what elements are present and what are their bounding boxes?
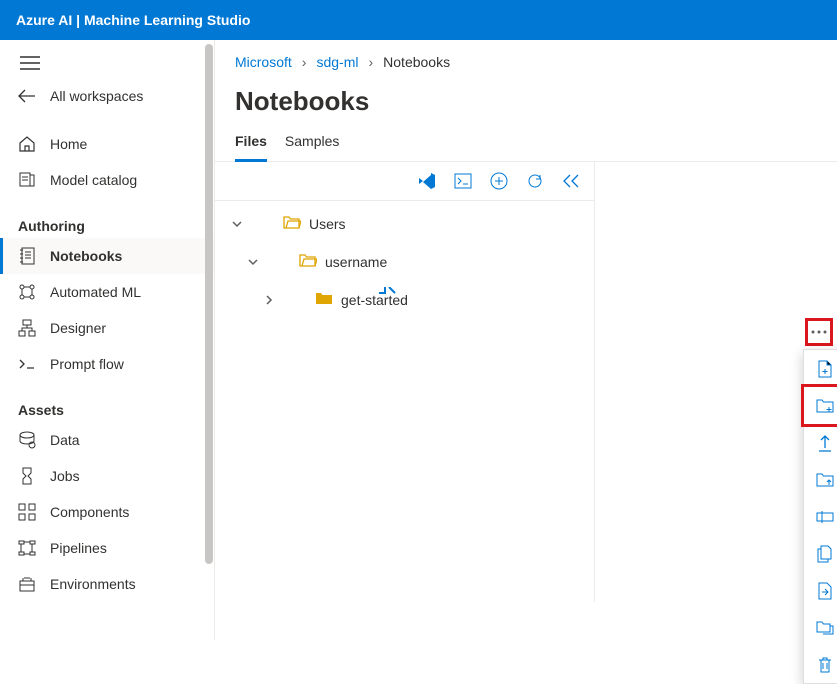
- all-workspaces-link[interactable]: All workspaces: [0, 78, 214, 114]
- chevron-down-icon: [229, 216, 245, 232]
- nav-label: Environments: [50, 576, 136, 592]
- menu-move[interactable]: Move: [804, 572, 837, 609]
- collapse-icon[interactable]: [562, 172, 580, 190]
- file-add-icon: [816, 360, 834, 378]
- sidebar-item-designer[interactable]: Designer: [0, 310, 214, 346]
- folder-icon: [315, 291, 333, 309]
- breadcrumb: Microsoft › sdg-ml › Notebooks: [215, 40, 837, 76]
- components-icon: [18, 503, 36, 521]
- menu-create-folder[interactable]: Create new folder: [804, 387, 837, 424]
- move-icon: [816, 582, 834, 600]
- tree-label: username: [325, 254, 387, 270]
- catalog-icon: [18, 171, 36, 189]
- nav-label: Automated ML: [50, 284, 141, 300]
- nav-label: Prompt flow: [50, 356, 124, 372]
- environments-icon: [18, 575, 36, 593]
- sidebar-scrollbar[interactable]: [204, 44, 214, 636]
- automl-icon: [18, 283, 36, 301]
- add-icon[interactable]: [490, 172, 508, 190]
- chevron-right-icon: ›: [302, 54, 307, 70]
- sidebar-item-automl[interactable]: Automated ML: [0, 274, 214, 310]
- nav-label: Components: [50, 504, 129, 520]
- tab-samples[interactable]: Samples: [285, 127, 339, 161]
- prompt-flow-icon: [18, 355, 36, 373]
- nav-label: Jobs: [50, 468, 80, 484]
- folder-open-icon: [299, 253, 317, 271]
- duplicate-icon: [816, 545, 834, 563]
- tab-files[interactable]: Files: [235, 127, 267, 162]
- tabs: Files Samples: [215, 127, 837, 162]
- sidebar-item-notebooks[interactable]: Notebooks: [0, 238, 214, 274]
- menu-rename[interactable]: Rename: [804, 498, 837, 535]
- menu-upload-folder[interactable]: Upload folder: [804, 461, 837, 498]
- menu-copy-path[interactable]: Copy folder path: [804, 609, 837, 646]
- nav-label: Designer: [50, 320, 106, 336]
- tree-label: get-started: [341, 292, 408, 308]
- nav-label: Home: [50, 136, 87, 152]
- sidebar-item-model-catalog[interactable]: Model catalog: [0, 162, 214, 198]
- nav-label: Notebooks: [50, 248, 122, 264]
- context-menu: Create new file Create new folder Upload…: [803, 349, 837, 684]
- main-area: Microsoft › sdg-ml › Notebooks Notebooks…: [215, 40, 837, 640]
- menu-duplicate[interactable]: Duplicate: [804, 535, 837, 572]
- back-arrow-icon: [18, 87, 36, 105]
- tree-folder-get-started[interactable]: get-started: [215, 281, 594, 319]
- copy-path-icon: [816, 619, 834, 637]
- jobs-icon: [18, 467, 36, 485]
- nav-label: Data: [50, 432, 80, 448]
- hamburger-button[interactable]: [0, 46, 214, 78]
- notebook-icon: [18, 247, 36, 265]
- chevron-right-icon: [261, 292, 277, 308]
- folder-open-icon: [283, 215, 301, 233]
- section-assets: Assets: [0, 394, 214, 422]
- terminal-icon[interactable]: [454, 172, 472, 190]
- tree-folder-users[interactable]: Users: [215, 205, 594, 243]
- file-explorer: Users username get-started: [215, 162, 595, 602]
- app-title: Azure AI | Machine Learning Studio: [16, 12, 250, 28]
- upload-icon: [816, 434, 834, 452]
- chevron-right-icon: ›: [368, 54, 373, 70]
- sidebar-item-environments[interactable]: Environments: [0, 566, 214, 602]
- vscode-icon[interactable]: [418, 172, 436, 190]
- sidebar-item-data[interactable]: Data: [0, 422, 214, 458]
- top-bar: Azure AI | Machine Learning Studio: [0, 0, 837, 40]
- menu-create-file[interactable]: Create new file: [804, 350, 837, 387]
- designer-icon: [18, 319, 36, 337]
- pipelines-icon: [18, 539, 36, 557]
- sidebar-item-pipelines[interactable]: Pipelines: [0, 530, 214, 566]
- file-tree: Users username get-started: [215, 201, 594, 323]
- menu-upload-files[interactable]: Upload files: [804, 424, 837, 461]
- sidebar: All workspaces Home Model catalog Author…: [0, 40, 215, 640]
- sidebar-item-components[interactable]: Components: [0, 494, 214, 530]
- chevron-down-icon: [245, 254, 261, 270]
- data-icon: [18, 431, 36, 449]
- rename-icon: [816, 508, 834, 526]
- tree-label: Users: [309, 216, 346, 232]
- sidebar-item-home[interactable]: Home: [0, 126, 214, 162]
- sidebar-item-jobs[interactable]: Jobs: [0, 458, 214, 494]
- tree-folder-username[interactable]: username: [215, 243, 594, 281]
- page-title: Notebooks: [215, 76, 837, 127]
- breadcrumb-link[interactable]: sdg-ml: [316, 54, 358, 70]
- breadcrumb-current: Notebooks: [383, 54, 450, 70]
- file-toolbar: [215, 162, 594, 201]
- breadcrumb-link[interactable]: Microsoft: [235, 54, 292, 70]
- more-actions-button[interactable]: [805, 318, 833, 346]
- sidebar-item-prompt-flow[interactable]: Prompt flow: [0, 346, 214, 382]
- delete-icon: [816, 656, 834, 674]
- home-icon: [18, 135, 36, 153]
- folder-add-icon: [816, 397, 834, 415]
- folder-upload-icon: [816, 471, 834, 489]
- menu-delete[interactable]: Delete: [804, 646, 837, 683]
- nav-label: Pipelines: [50, 540, 107, 556]
- nav-label: All workspaces: [50, 88, 143, 104]
- refresh-icon[interactable]: [526, 172, 544, 190]
- nav-label: Model catalog: [50, 172, 137, 188]
- section-authoring: Authoring: [0, 210, 214, 238]
